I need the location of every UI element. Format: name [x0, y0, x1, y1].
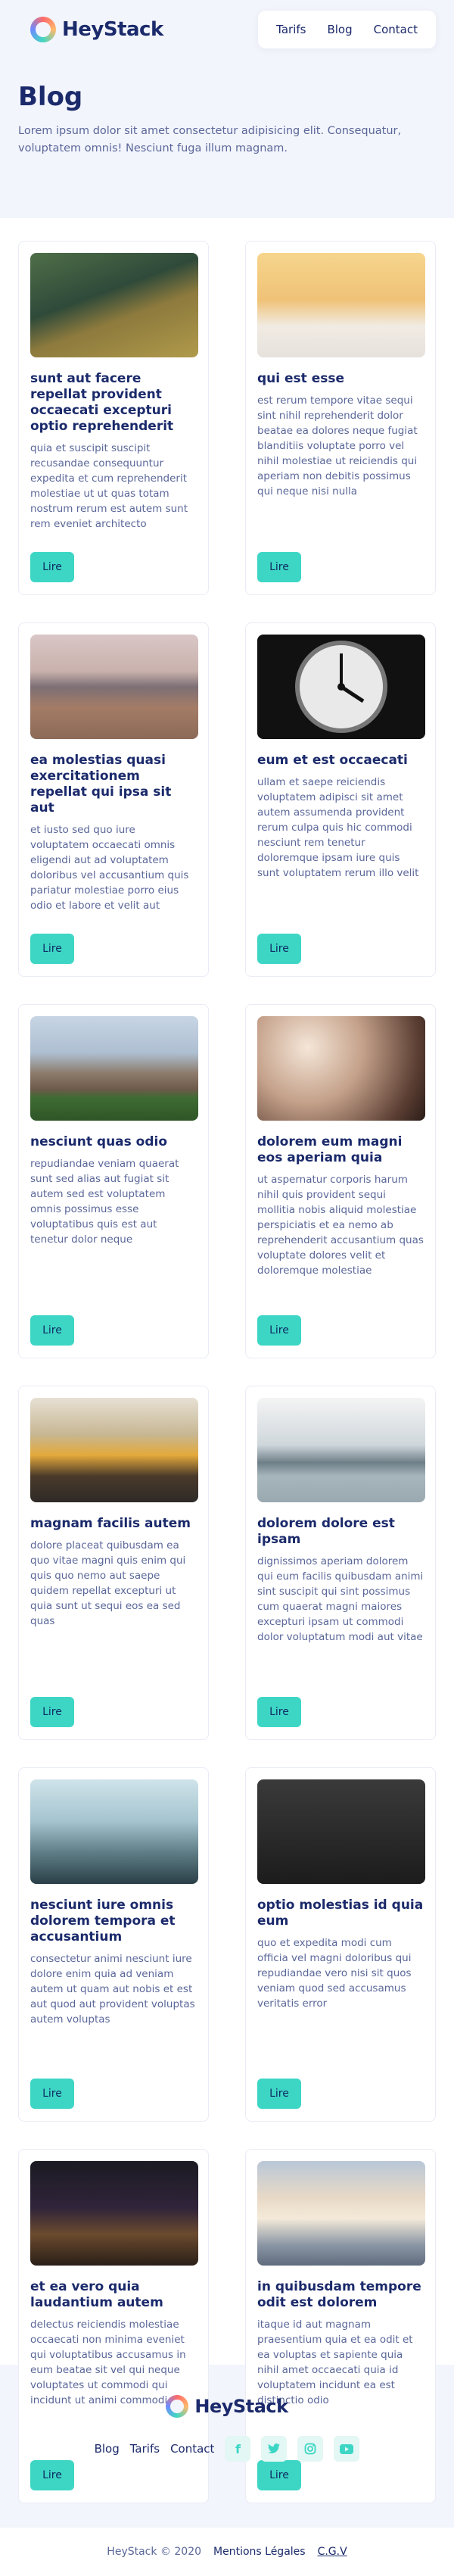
post-card: dolorem eum magni eos aperiam quia ut asp…: [245, 1004, 436, 1358]
twitter-icon[interactable]: [261, 2436, 288, 2462]
post-title[interactable]: eum et est occaecati: [257, 753, 424, 769]
copyright-text: HeyStack © 2020: [107, 2546, 202, 2558]
post-image[interactable]: [30, 635, 198, 739]
footer-links: Blog Tarifs Contact f: [95, 2436, 360, 2462]
post-title[interactable]: nesciunt iure omnis dolorem tempora et a…: [30, 1898, 197, 1945]
post-excerpt: est rerum tempore vitae sequi sint nihil…: [257, 395, 418, 497]
brand-name: HeyStack: [62, 18, 163, 41]
read-button[interactable]: Lire: [257, 1315, 301, 1346]
post-image[interactable]: [257, 2161, 425, 2266]
post-title[interactable]: ea molestias quasi exercitationem repell…: [30, 753, 197, 816]
post-excerpt: ut aspernatur corporis harum nihil quis …: [257, 1174, 424, 1277]
post-excerpt: ullam et saepe reiciendis voluptatem adi…: [257, 776, 419, 879]
post-excerpt: repudiandae veniam quaerat sunt sed alia…: [30, 1158, 179, 1246]
post-title[interactable]: in quibusdam tempore odit est dolorem: [257, 2279, 424, 2311]
post-card: qui est esse est rerum tempore vitae sequ…: [245, 241, 436, 595]
main-nav: Tarifs Blog Contact: [258, 11, 436, 48]
post-title[interactable]: et ea vero quia laudantium autem: [30, 2279, 197, 2311]
footer-link-tarifs[interactable]: Tarifs: [130, 2442, 160, 2456]
nav-item-blog[interactable]: Blog: [316, 23, 362, 36]
post-excerpt: consectetur animi nesciunt iure dolore e…: [30, 1953, 195, 2026]
legal-notice-link[interactable]: Mentions Légales: [213, 2546, 306, 2558]
posts-grid: sunt aut facere repellat provident occae…: [18, 241, 436, 2503]
nav-item-tarifs[interactable]: Tarifs: [266, 23, 316, 36]
post-title[interactable]: nesciunt quas odio: [30, 1134, 197, 1150]
post-image[interactable]: [30, 253, 198, 357]
post-excerpt: delectus reiciendis molestiae occaecati …: [30, 2319, 186, 2406]
post-excerpt: quo et expedita modi cum officia vel mag…: [257, 1937, 412, 2010]
page-title: Blog: [18, 82, 83, 112]
facebook-icon[interactable]: f: [225, 2436, 251, 2462]
post-image[interactable]: [257, 635, 425, 739]
post-excerpt: dignissimos aperiam dolorem qui eum faci…: [257, 1555, 424, 1643]
post-title[interactable]: sunt aut facere repellat provident occae…: [30, 371, 197, 435]
posts-section: sunt aut facere repellat provident occae…: [0, 218, 454, 2503]
nav-item-contact[interactable]: Contact: [363, 23, 428, 36]
post-image[interactable]: [257, 1398, 425, 1502]
post-excerpt: itaque id aut magnam praesentium quia et…: [257, 2319, 413, 2406]
read-button[interactable]: Lire: [30, 934, 74, 964]
legal-bar: HeyStack © 2020 Mentions Légales C.G.V: [0, 2528, 454, 2576]
post-card: nesciunt iure omnis dolorem tempora et a…: [18, 1767, 209, 2122]
footer-link-contact[interactable]: Contact: [170, 2442, 214, 2456]
post-card: magnam facilis autem dolore placeat quibu…: [18, 1386, 209, 1740]
footer-brand-name: HeyStack: [194, 2396, 288, 2417]
post-image[interactable]: [30, 1016, 198, 1121]
read-button[interactable]: Lire: [30, 1315, 74, 1346]
read-button[interactable]: Lire: [30, 2079, 74, 2109]
post-card: nesciunt quas odio repudiandae veniam qua…: [18, 1004, 209, 1358]
post-excerpt: et iusto sed quo iure voluptatem occaeca…: [30, 824, 189, 912]
post-title[interactable]: dolorem dolore est ipsam: [257, 1516, 424, 1548]
youtube-icon[interactable]: [334, 2436, 360, 2462]
read-button[interactable]: Lire: [257, 1697, 301, 1727]
read-button[interactable]: Lire: [257, 934, 301, 964]
post-image[interactable]: [257, 1779, 425, 1884]
post-title[interactable]: qui est esse: [257, 371, 424, 387]
logo-ring-icon: [30, 17, 56, 42]
post-title[interactable]: dolorem eum magni eos aperiam quia: [257, 1134, 424, 1166]
read-button[interactable]: Lire: [30, 2460, 74, 2490]
read-button[interactable]: Lire: [30, 1697, 74, 1727]
read-button[interactable]: Lire: [30, 552, 74, 582]
cgv-link[interactable]: C.G.V: [318, 2546, 347, 2558]
logo-ring-icon: [166, 2395, 189, 2418]
post-title[interactable]: magnam facilis autem: [30, 1516, 197, 1532]
footer-logo[interactable]: HeyStack: [166, 2395, 288, 2418]
post-card: dolorem dolore est ipsam dignissimos aper…: [245, 1386, 436, 1740]
post-image[interactable]: [257, 253, 425, 357]
post-card: eum et est occaecati ullam et saepe reici…: [245, 622, 436, 977]
site-header: HeyStack Tarifs Blog Contact: [0, 0, 454, 59]
post-excerpt: dolore placeat quibusdam ea quo vitae ma…: [30, 1539, 186, 1627]
post-image[interactable]: [30, 1779, 198, 1884]
post-excerpt: quia et suscipit suscipit recusandae con…: [30, 442, 188, 530]
page-subtitle: Lorem ipsum dolor sit amet consectetur a…: [18, 125, 402, 154]
post-image[interactable]: [30, 1398, 198, 1502]
post-card: sunt aut facere repellat provident occae…: [18, 241, 209, 595]
read-button[interactable]: Lire: [257, 2460, 301, 2490]
post-title[interactable]: optio molestias id quia eum: [257, 1898, 424, 1929]
post-card: ea molestias quasi exercitationem repell…: [18, 622, 209, 977]
footer-link-blog[interactable]: Blog: [95, 2442, 120, 2456]
read-button[interactable]: Lire: [257, 552, 301, 582]
brand-logo[interactable]: HeyStack: [30, 17, 163, 42]
hero-section: Blog Lorem ipsum dolor sit amet consecte…: [0, 59, 454, 218]
post-image[interactable]: [30, 2161, 198, 2266]
read-button[interactable]: Lire: [257, 2079, 301, 2109]
post-image[interactable]: [257, 1016, 425, 1121]
instagram-icon[interactable]: [297, 2436, 324, 2462]
post-card: optio molestias id quia eum quo et expedi…: [245, 1767, 436, 2122]
